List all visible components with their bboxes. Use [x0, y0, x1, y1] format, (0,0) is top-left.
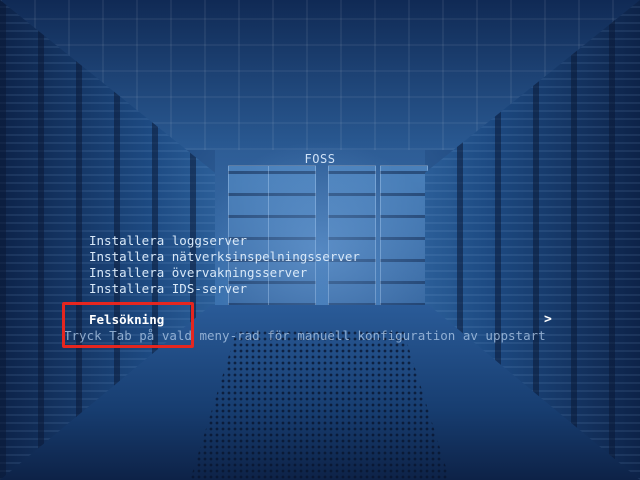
boot-screen: FOSS Installera loggserver Installera nä… [0, 0, 640, 480]
boot-menu-title: FOSS [304, 152, 336, 166]
boot-menu-list: Installera loggserver Installera nätverk… [89, 233, 360, 297]
submenu-arrow-icon[interactable]: > [544, 312, 552, 328]
menu-item-troubleshooting[interactable]: Felsökning [89, 312, 164, 328]
menu-item-install-monitoring-server[interactable]: Installera övervakningsserver [89, 265, 360, 281]
menu-item-install-network-recording-server[interactable]: Installera nätverksinspelningsserver [89, 249, 360, 265]
menu-item-install-log-server[interactable]: Installera loggserver [89, 233, 360, 249]
menu-item-install-ids-server[interactable]: Installera IDS-server [89, 281, 360, 297]
boot-hint-text: Tryck Tab på vald meny-rad för manuell k… [64, 328, 546, 343]
